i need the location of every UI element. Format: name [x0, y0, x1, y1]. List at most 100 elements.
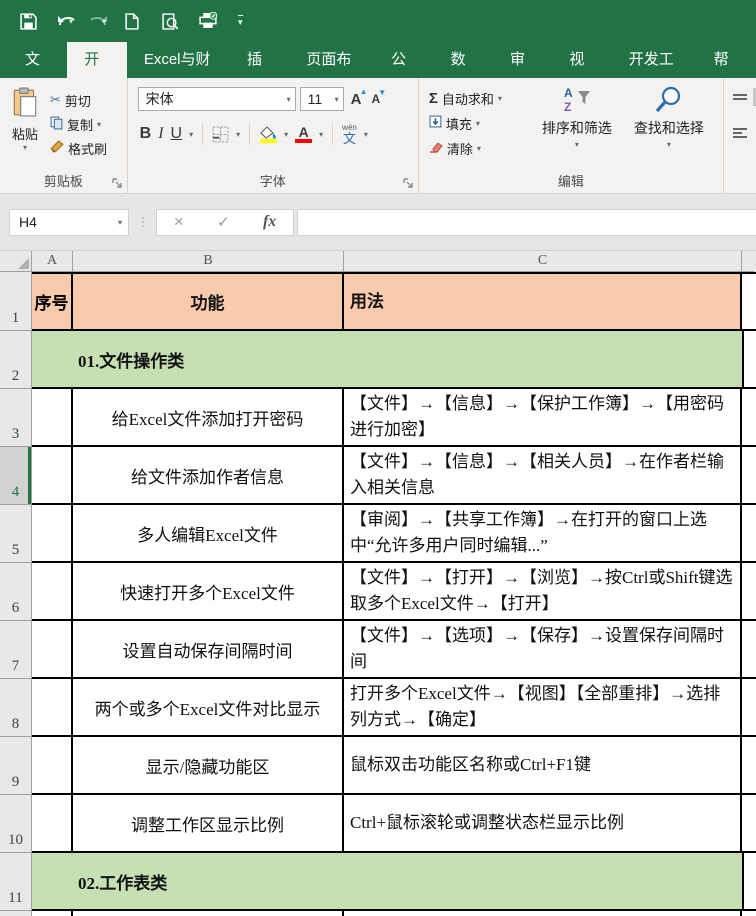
phonetic-dropdown-icon[interactable]: ▾ — [364, 130, 368, 139]
cell-C3[interactable]: 【文件】→【信息】→【保护工作簿】→【用密码进行加密】 — [344, 389, 742, 445]
column-header-C[interactable]: C — [344, 251, 742, 272]
ribbon-tab-帮助[interactable]: 帮助 — [697, 42, 756, 104]
ribbon-tab-Excel与财务[interactable]: Excel与财务 — [127, 42, 230, 104]
font-dialog-launcher-icon[interactable] — [403, 178, 414, 189]
section-cell-2[interactable]: 01.文件操作类 — [32, 331, 744, 387]
ribbon-tab-插入[interactable]: 插入 — [230, 42, 289, 104]
fill-dropdown-icon[interactable]: ▾ — [476, 119, 480, 128]
ribbon-tab-开始[interactable]: 开始 — [67, 42, 127, 104]
cell-B10[interactable]: 调整工作区显示比例 — [73, 795, 344, 851]
cell-D5[interactable] — [742, 505, 754, 561]
row-header-12[interactable] — [0, 911, 32, 916]
cell-A9[interactable] — [32, 737, 73, 793]
cell-A7[interactable] — [32, 621, 73, 677]
row-header-4[interactable]: 4 — [0, 447, 32, 505]
find-select-dropdown-icon[interactable]: ▾ — [667, 140, 671, 149]
clear-button[interactable]: 清除 ▾ — [429, 139, 531, 157]
cell-B3[interactable]: 给Excel文件添加打开密码 — [73, 389, 344, 445]
font-name-combo[interactable]: 宋体 ▾ — [137, 87, 296, 111]
fill-color-button[interactable] — [259, 125, 277, 143]
row-header-7[interactable]: 7 — [0, 621, 32, 679]
cell-C10[interactable]: Ctrl+鼠标滚轮或调整状态栏显示比例 — [344, 795, 742, 851]
align-left-icon[interactable] — [730, 124, 750, 142]
cell-B1[interactable]: 功能 — [73, 274, 344, 329]
font-color-button[interactable]: A — [295, 125, 313, 143]
row-header-6[interactable]: 6 — [0, 563, 32, 621]
cell-C5[interactable]: 【审阅】→【共享工作簿】→在打开的窗口上选中“允许多用户同时编辑...” — [344, 505, 742, 561]
cell-D6[interactable] — [742, 563, 754, 619]
row-header-1[interactable]: 1 — [0, 272, 32, 331]
cell-A4[interactable] — [32, 447, 73, 503]
print-icon[interactable] — [196, 9, 220, 33]
cell-B4[interactable]: 给文件添加作者信息 — [73, 447, 344, 503]
cell-D2[interactable] — [744, 331, 756, 387]
print-preview-icon[interactable] — [158, 9, 182, 33]
cell-C9[interactable]: 鼠标双击功能区名称或Ctrl+F1键 — [344, 737, 742, 793]
cell-A5[interactable] — [32, 505, 73, 561]
cell-C7[interactable]: 【文件】→【选项】→【保存】→设置保存间隔时间 — [344, 621, 742, 677]
cell-D8[interactable] — [742, 679, 754, 735]
name-box-dropdown-icon[interactable]: ▾ — [118, 218, 122, 227]
ribbon-tab-开发工具[interactable]: 开发工具 — [612, 42, 697, 104]
fill-button[interactable]: 填充 ▾ — [429, 114, 531, 132]
row-header-5[interactable]: 5 — [0, 505, 32, 563]
cell-B5[interactable]: 多人编辑Excel文件 — [73, 505, 344, 561]
section-cell-11[interactable]: 02.工作表类 — [32, 853, 744, 909]
row-header-8[interactable]: 8 — [0, 679, 32, 737]
cell-C4[interactable]: 【文件】→【信息】→【相关人员】→在作者栏输入相关信息 — [344, 447, 742, 503]
cell-A8[interactable] — [32, 679, 73, 735]
font-size-combo[interactable]: 11 ▾ — [299, 87, 344, 111]
name-box[interactable]: H4 ▾ — [9, 208, 129, 236]
save-icon[interactable] — [16, 9, 40, 33]
cell-D9[interactable] — [742, 737, 754, 793]
cell-D3[interactable] — [742, 389, 754, 445]
cell-B7[interactable]: 设置自动保存间隔时间 — [73, 621, 344, 677]
customize-qat-icon[interactable]: ▾ — [238, 14, 243, 28]
font-size-dropdown-icon[interactable]: ▾ — [335, 95, 339, 104]
row-header-2[interactable]: 2 — [0, 331, 32, 389]
autosum-dropdown-icon[interactable]: ▾ — [498, 94, 502, 103]
copy-dropdown-icon[interactable]: ▾ — [97, 120, 101, 129]
clear-dropdown-icon[interactable]: ▾ — [477, 144, 481, 153]
phonetic-guide-button[interactable]: wén 文 — [342, 123, 357, 145]
sort-filter-dropdown-icon[interactable]: ▾ — [575, 140, 579, 149]
cell-A6[interactable] — [32, 563, 73, 619]
cell-D1[interactable] — [742, 274, 754, 329]
cell-A10[interactable] — [32, 795, 73, 851]
ribbon-tab-文件[interactable]: 文件 — [8, 42, 67, 104]
insert-function-icon[interactable]: fx — [263, 213, 276, 231]
font-name-dropdown-icon[interactable]: ▾ — [287, 95, 291, 104]
increase-font-size-button[interactable]: A ▲ — [348, 87, 368, 108]
paste-dropdown-icon[interactable]: ▾ — [23, 143, 27, 152]
formula-input[interactable] — [297, 208, 756, 236]
enter-icon[interactable]: ✓ — [217, 213, 230, 231]
cell-B9[interactable]: 显示/隐藏功能区 — [73, 737, 344, 793]
fill-color-dropdown-icon[interactable]: ▾ — [284, 130, 288, 139]
cell-C8[interactable]: 打开多个Excel文件→【视图】【全部重排】→选排列方式→【确定】 — [344, 679, 742, 735]
column-header-D-partial[interactable] — [742, 251, 754, 272]
ribbon-tab-视图[interactable]: 视图 — [552, 42, 611, 104]
new-file-icon[interactable] — [120, 9, 144, 33]
ribbon-tab-公式[interactable]: 公式 — [374, 42, 433, 104]
select-all-corner[interactable] — [0, 251, 32, 272]
row-header-9[interactable]: 9 — [0, 737, 32, 795]
format-painter-button[interactable]: 格式刷 — [50, 139, 107, 157]
cell-A1[interactable]: 序号 — [32, 274, 73, 329]
column-header-A[interactable]: A — [32, 251, 73, 272]
borders-button[interactable] — [212, 126, 229, 143]
cell-C12-partial[interactable] — [344, 911, 742, 916]
bold-button[interactable]: B — [140, 125, 152, 143]
cell-D11[interactable] — [744, 853, 756, 909]
underline-dropdown-icon[interactable]: ▾ — [189, 130, 193, 139]
row-header-3[interactable]: 3 — [0, 389, 32, 447]
ribbon-tab-数据[interactable]: 数据 — [434, 42, 493, 104]
borders-dropdown-icon[interactable]: ▾ — [236, 130, 240, 139]
copy-button[interactable]: 复制 ▾ — [50, 115, 107, 133]
cell-D10[interactable] — [742, 795, 754, 851]
row-header-11[interactable]: 11 — [0, 853, 32, 911]
formula-bar-splitter[interactable]: ⋮ — [137, 215, 149, 229]
cut-button[interactable]: ✂ 剪切 — [50, 91, 107, 109]
font-color-dropdown-icon[interactable]: ▾ — [319, 130, 323, 139]
clipboard-dialog-launcher-icon[interactable] — [112, 178, 123, 189]
autosum-button[interactable]: Σ 自动求和 ▾ — [429, 89, 531, 107]
